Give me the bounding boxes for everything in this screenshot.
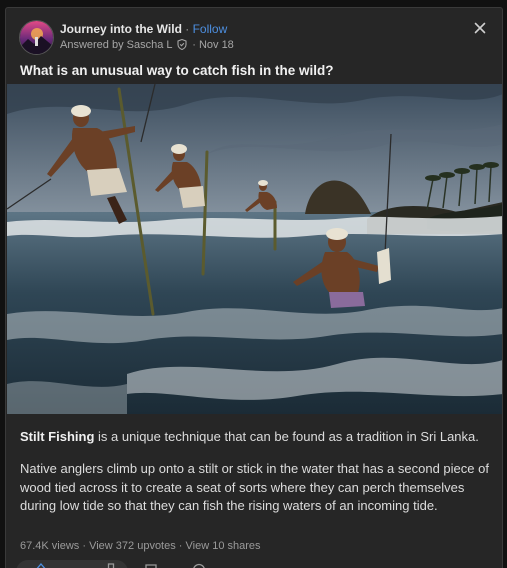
answer-meta: Answered by Sascha L · Nov 18 [60,39,234,53]
answer-paragraph: Native anglers climb up onto a stilt or … [20,460,495,516]
space-header: Journey into the Wild · Follow [60,22,227,36]
stats-sep-1: · [79,540,89,552]
view-count: 67.4K views [20,540,79,552]
downvote-icon[interactable] [104,563,118,568]
close-icon[interactable] [472,20,488,36]
follow-button[interactable]: Follow [193,22,228,36]
more-icon[interactable] [446,563,460,568]
answered-by[interactable]: Answered by Sascha L [60,39,172,51]
answer-card: Journey into the Wild · Follow Answered … [5,7,503,568]
space-avatar[interactable] [19,20,54,55]
lead-bold: Stilt Fishing [20,429,94,444]
lead-rest: is a unique technique that can be found … [94,429,478,444]
share-icon[interactable] [192,563,206,568]
shares-link[interactable]: View 10 shares [186,540,261,552]
upvote-icon[interactable] [34,563,48,568]
upvotes-link[interactable]: View 372 upvotes [89,540,176,552]
answer-date: · Nov 18 [189,39,234,51]
comment-icon[interactable] [144,563,158,568]
answer-lead: Stilt Fishing is a unique technique that… [20,429,479,444]
shield-icon [177,39,187,53]
answer-photo[interactable] [7,84,503,414]
space-name-link[interactable]: Journey into the Wild [60,22,182,36]
question-title[interactable]: What is an unusual way to catch fish in … [20,63,334,78]
stats-sep-2: · [176,540,186,552]
header-separator: · [182,22,193,36]
answer-stats: 67.4K views · View 372 upvotes · View 10… [20,540,261,552]
